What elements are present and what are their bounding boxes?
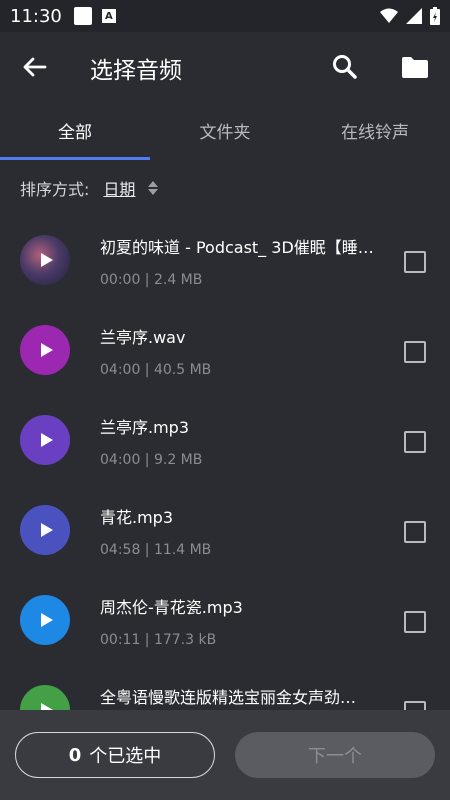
list-item[interactable]: 周杰伦-青花瓷.mp3 00:11 | 177.3 kB <box>0 576 450 666</box>
list-item[interactable]: 兰亭序.wav 04:00 | 40.5 MB <box>0 306 450 396</box>
select-checkbox[interactable] <box>404 521 426 543</box>
folder-icon[interactable] <box>400 52 430 82</box>
battery-charging-icon <box>430 7 440 25</box>
status-time: 11:30 <box>10 5 62 27</box>
select-checkbox[interactable] <box>404 341 426 363</box>
album-art-thumbnail[interactable] <box>20 235 70 285</box>
page-title: 选择音频 <box>90 58 182 84</box>
play-button[interactable] <box>20 685 70 710</box>
next-button[interactable]: 下一个 <box>235 732 435 778</box>
back-arrow-icon[interactable] <box>20 52 50 82</box>
select-checkbox[interactable] <box>404 251 426 273</box>
sort-control[interactable]: 排序方式: 日期 <box>20 172 159 204</box>
select-checkbox[interactable] <box>404 431 426 453</box>
status-bar: 11:30 A <box>0 0 450 32</box>
select-checkbox[interactable] <box>404 611 426 633</box>
tab-bar: 全部 文件夹 在线铃声 <box>0 100 450 160</box>
select-checkbox[interactable] <box>404 701 426 710</box>
sort-label: 排序方式: <box>20 180 90 199</box>
wifi-icon <box>380 8 398 23</box>
file-meta: 04:00 | 9.2 MB <box>100 452 203 468</box>
signal-icon <box>406 8 422 24</box>
list-item[interactable]: 初夏的味道 - Podcast_ 3D催眠【睡… 00:00 | 2.4 MB <box>0 216 450 306</box>
audio-file-list: 初夏的味道 - Podcast_ 3D催眠【睡… 00:00 | 2.4 MB … <box>0 216 450 710</box>
play-icon <box>41 613 53 627</box>
tab-indicator <box>0 157 150 160</box>
file-title: 全粤语慢歌连版精选宝丽金女声劲… <box>100 688 357 707</box>
tab-label: 文件夹 <box>199 122 251 143</box>
play-icon <box>41 523 53 537</box>
tab-label: 全部 <box>58 122 92 143</box>
app-bar: 选择音频 <box>0 32 450 100</box>
tab-label: 在线铃声 <box>341 122 409 143</box>
selected-suffix: 个已选中 <box>89 746 162 767</box>
selected-count: 0 <box>68 744 82 766</box>
play-button[interactable] <box>20 415 70 465</box>
list-item[interactable]: 青花.mp3 04:58 | 11.4 MB <box>0 486 450 576</box>
play-button[interactable] <box>20 595 70 645</box>
file-title: 青花.mp3 <box>100 508 174 527</box>
selected-count-button[interactable]: 0 个已选中 <box>15 732 215 778</box>
tab-folders[interactable]: 文件夹 <box>150 100 300 160</box>
file-title: 兰亭序.mp3 <box>100 418 190 437</box>
play-icon <box>41 433 53 447</box>
sort-value[interactable]: 日期 <box>103 176 135 200</box>
notification-square-icon <box>73 7 92 25</box>
play-icon <box>41 343 53 357</box>
play-button[interactable] <box>20 325 70 375</box>
search-icon[interactable] <box>330 52 360 82</box>
file-title: 兰亭序.wav <box>100 328 186 347</box>
notification-a-icon: A <box>101 9 116 23</box>
tab-all[interactable]: 全部 <box>0 100 150 160</box>
play-icon <box>41 703 53 710</box>
file-meta: 04:00 | 40.5 MB <box>100 362 212 378</box>
file-title: 周杰伦-青花瓷.mp3 <box>100 598 243 617</box>
file-meta: 04:58 | 11.4 MB <box>100 542 212 558</box>
list-item[interactable]: 全粤语慢歌连版精选宝丽金女声劲… <box>0 666 450 710</box>
file-meta: 00:11 | 177.3 kB <box>100 632 217 648</box>
tab-online-ringtones[interactable]: 在线铃声 <box>300 100 450 160</box>
play-icon <box>41 253 53 267</box>
play-button[interactable] <box>20 505 70 555</box>
file-title: 初夏的味道 - Podcast_ 3D催眠【睡… <box>100 238 374 257</box>
bottom-action-bar: 0 个已选中 下一个 <box>0 710 450 800</box>
list-item[interactable]: 兰亭序.mp3 04:00 | 9.2 MB <box>0 396 450 486</box>
file-meta: 00:00 | 2.4 MB <box>100 272 203 288</box>
sort-updown-icon[interactable] <box>147 179 159 197</box>
